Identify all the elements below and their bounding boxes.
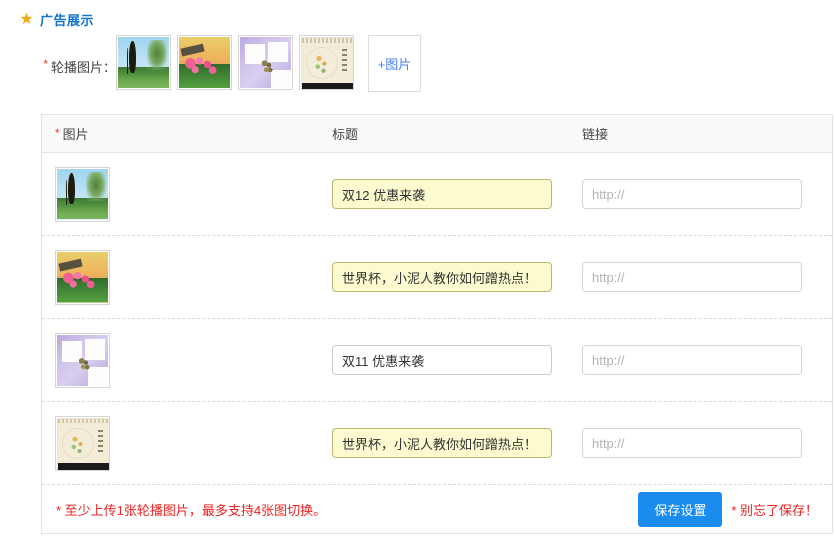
card-floral-motif bbox=[306, 47, 338, 79]
row-link-cell bbox=[582, 428, 832, 458]
footer-actions: 保存设置 * 别忘了保存！ bbox=[638, 491, 818, 527]
save-reminder-text: * 别忘了保存！ bbox=[731, 502, 818, 518]
link-input-1[interactable] bbox=[582, 179, 802, 209]
carousel-thumbnail-list: +图片 bbox=[116, 35, 421, 92]
row-title-cell bbox=[332, 428, 582, 458]
star-icon: ★ bbox=[19, 11, 34, 28]
required-asterisk: * bbox=[43, 57, 48, 71]
carousel-upload-row: * 轮播图片： +图片 bbox=[24, 35, 421, 92]
column-header-link: 链接 bbox=[582, 127, 609, 142]
column-header-title: 标题 bbox=[332, 127, 359, 142]
table-row bbox=[42, 319, 832, 402]
required-asterisk-image-column: * bbox=[55, 126, 60, 140]
row-title-cell bbox=[332, 345, 582, 375]
row-thumbnail-1[interactable] bbox=[55, 166, 110, 222]
carousel-settings-panel: * 图片 标题 链接 双12 优惠来袭 http:// 世界杯，小泥人教你如何蹭… bbox=[41, 114, 833, 534]
column-header-image: * 图片 bbox=[42, 124, 332, 143]
carousel-thumbnail-1[interactable] bbox=[116, 35, 171, 90]
card-vertical-text bbox=[98, 429, 103, 453]
row-image-cell bbox=[42, 249, 332, 305]
page-title: 广告展示 bbox=[40, 13, 95, 28]
row-image-cell bbox=[42, 415, 332, 471]
link-input-2[interactable] bbox=[582, 262, 802, 292]
carousel-thumbnail-3[interactable] bbox=[238, 35, 293, 90]
beige-floral-card-image bbox=[57, 417, 109, 470]
row-link-cell bbox=[582, 345, 832, 375]
purple-photo-frame-image bbox=[240, 37, 291, 88]
row-link-cell bbox=[582, 262, 832, 292]
row-image-cell bbox=[42, 166, 332, 222]
table-row bbox=[42, 402, 832, 485]
row-link-cell bbox=[582, 179, 832, 209]
column-header-image-label: 图片 bbox=[62, 127, 89, 142]
row-thumbnail-3[interactable] bbox=[55, 332, 110, 388]
row-title-cell bbox=[332, 262, 582, 292]
title-input-3[interactable] bbox=[332, 345, 552, 375]
carousel-upload-label: * 轮播图片： bbox=[24, 35, 116, 76]
purple-photo-frame-image bbox=[57, 334, 108, 386]
title-input-1[interactable] bbox=[332, 179, 552, 209]
carousel-thumbnail-4[interactable] bbox=[299, 35, 354, 90]
row-title-cell bbox=[332, 179, 582, 209]
row-thumbnail-4[interactable] bbox=[55, 415, 110, 471]
table-header-row: * 图片 标题 链接 bbox=[42, 115, 832, 153]
add-image-button[interactable]: +图片 bbox=[368, 35, 421, 92]
carousel-upload-label-text: 轮播图片： bbox=[50, 60, 116, 75]
pink-flowers-sunset-image bbox=[179, 37, 230, 88]
table-row bbox=[42, 236, 832, 319]
pink-flowers-sunset-image bbox=[57, 251, 108, 303]
row-image-cell bbox=[42, 332, 332, 388]
carousel-thumbnail-2[interactable] bbox=[177, 35, 232, 90]
tree-landscape-image bbox=[57, 168, 108, 220]
panel-footer: * 至少上传1张轮播图片，最多支持4张图切换。 保存设置 * 别忘了保存！ bbox=[42, 485, 832, 533]
title-input-2[interactable] bbox=[332, 262, 552, 292]
save-settings-button[interactable]: 保存设置 bbox=[638, 491, 723, 527]
section-header: ★ 广告展示 bbox=[19, 10, 94, 29]
tree-landscape-image bbox=[118, 37, 169, 88]
card-floral-motif bbox=[62, 427, 94, 460]
title-input-4[interactable] bbox=[332, 428, 552, 458]
row-thumbnail-2[interactable] bbox=[55, 249, 110, 305]
link-input-4[interactable] bbox=[582, 428, 802, 458]
card-vertical-text bbox=[342, 49, 347, 72]
beige-floral-card-image bbox=[301, 37, 353, 89]
link-input-3[interactable] bbox=[582, 345, 802, 375]
table-row bbox=[42, 153, 832, 236]
upload-hint-text: * 至少上传1张轮播图片，最多支持4张图切换。 bbox=[56, 502, 327, 518]
